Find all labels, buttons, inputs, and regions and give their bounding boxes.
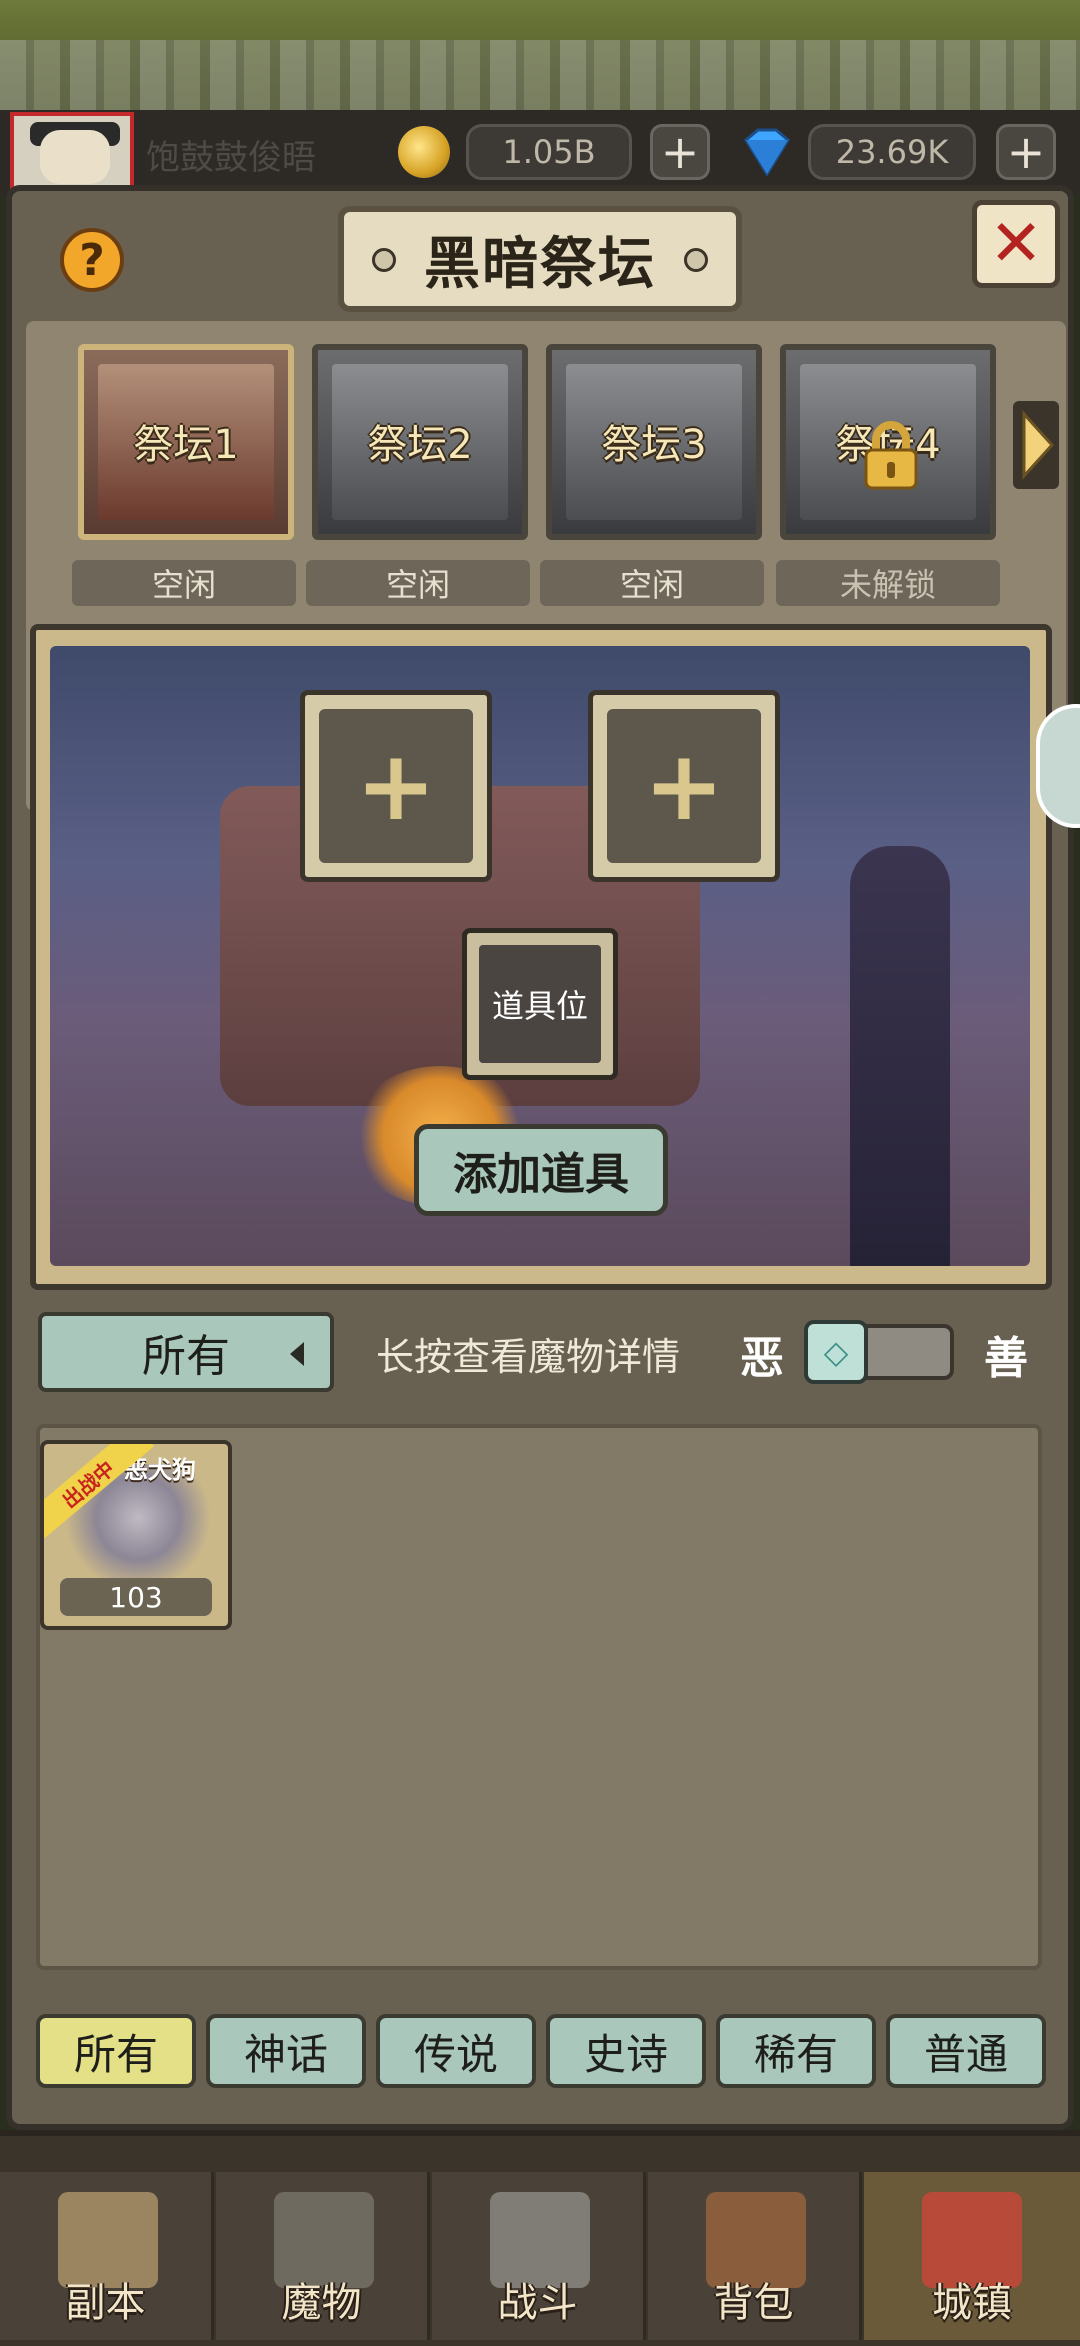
- altar-status-4: 未解锁: [776, 560, 1000, 606]
- long-press-hint: 长按查看魔物详情: [376, 1335, 681, 1379]
- rarity-tab-common[interactable]: 普通: [886, 2014, 1046, 2088]
- category-filter-label: 所有: [142, 1331, 230, 1382]
- rarity-tab-legendary[interactable]: 传说: [376, 2014, 536, 2088]
- nav-backpack[interactable]: 背包: [648, 2172, 862, 2340]
- add-monster-icon: +: [355, 730, 437, 842]
- nav-label: 魔物: [281, 2280, 362, 2326]
- altar-tab-2[interactable]: 祭坛2: [312, 344, 528, 540]
- add-gems-button[interactable]: +: [996, 124, 1056, 180]
- monster-card[interactable]: 恶犬狗 出战中 103: [40, 1440, 232, 1630]
- add-gold-button[interactable]: +: [650, 124, 710, 180]
- altar-tab-3[interactable]: 祭坛3: [546, 344, 762, 540]
- rarity-tab-rare[interactable]: 稀有: [716, 2014, 876, 2088]
- gem-amount: 23.69K: [808, 124, 976, 180]
- side-menu-bubble[interactable]: [1036, 704, 1080, 828]
- add-item-button[interactable]: 添加道具: [414, 1124, 668, 1216]
- altar-status-3: 空闲: [540, 560, 764, 606]
- nav-dungeon[interactable]: 副本: [0, 2172, 214, 2340]
- altar-status-2: 空闲: [306, 560, 530, 606]
- monster-level: 103: [60, 1578, 212, 1616]
- help-button[interactable]: ?: [60, 228, 124, 292]
- good-label: 善: [984, 1333, 1028, 1384]
- item-slot[interactable]: 道具位: [462, 928, 618, 1080]
- gold-amount: 1.05B: [466, 124, 632, 180]
- category-filter-dropdown[interactable]: 所有: [38, 1312, 334, 1392]
- diamond-icon: [744, 128, 790, 177]
- nav-label: 城镇: [932, 2280, 1012, 2326]
- evil-label: 恶: [740, 1333, 784, 1384]
- altar-label: 祭坛1: [133, 422, 239, 468]
- altar-label: 祭坛2: [367, 422, 473, 468]
- add-monster-icon: +: [643, 730, 725, 842]
- monster-slot-right[interactable]: +: [588, 690, 780, 882]
- game-background: [0, 0, 1080, 110]
- caret-left-icon: [290, 1342, 304, 1366]
- close-button[interactable]: ✕: [972, 200, 1060, 288]
- nav-monsters[interactable]: 魔物: [216, 2172, 430, 2340]
- nav-label: 背包: [713, 2280, 794, 2326]
- nav-town[interactable]: 城镇: [864, 2172, 1080, 2340]
- altar-status-1: 空闲: [72, 560, 296, 606]
- player-name: 饱鼓鼓俊晤: [146, 138, 316, 178]
- lock-icon: [864, 421, 918, 490]
- altar-label: 祭坛3: [601, 422, 707, 468]
- rarity-tab-epic[interactable]: 史诗: [546, 2014, 706, 2088]
- dialog-title: 黑暗祭坛: [424, 231, 656, 297]
- rarity-tab-mythic[interactable]: 神话: [206, 2014, 366, 2088]
- title-plate: 黑暗祭坛: [338, 206, 742, 312]
- next-altars-arrow-icon[interactable]: [1012, 400, 1060, 490]
- rarity-tab-all[interactable]: 所有: [36, 2014, 196, 2088]
- item-slot-label: 道具位: [479, 945, 601, 1063]
- nav-label: 副本: [65, 2280, 146, 2326]
- nav-battle[interactable]: 战斗: [432, 2172, 646, 2340]
- gold-coin-icon: [398, 126, 450, 178]
- monster-slot-left[interactable]: +: [300, 690, 492, 882]
- alignment-toggle[interactable]: ◇: [804, 1320, 954, 1384]
- altar-tab-1[interactable]: 祭坛1: [78, 344, 294, 540]
- nav-label: 战斗: [497, 2280, 578, 2326]
- diamond-knob-icon[interactable]: ◇: [804, 1320, 868, 1384]
